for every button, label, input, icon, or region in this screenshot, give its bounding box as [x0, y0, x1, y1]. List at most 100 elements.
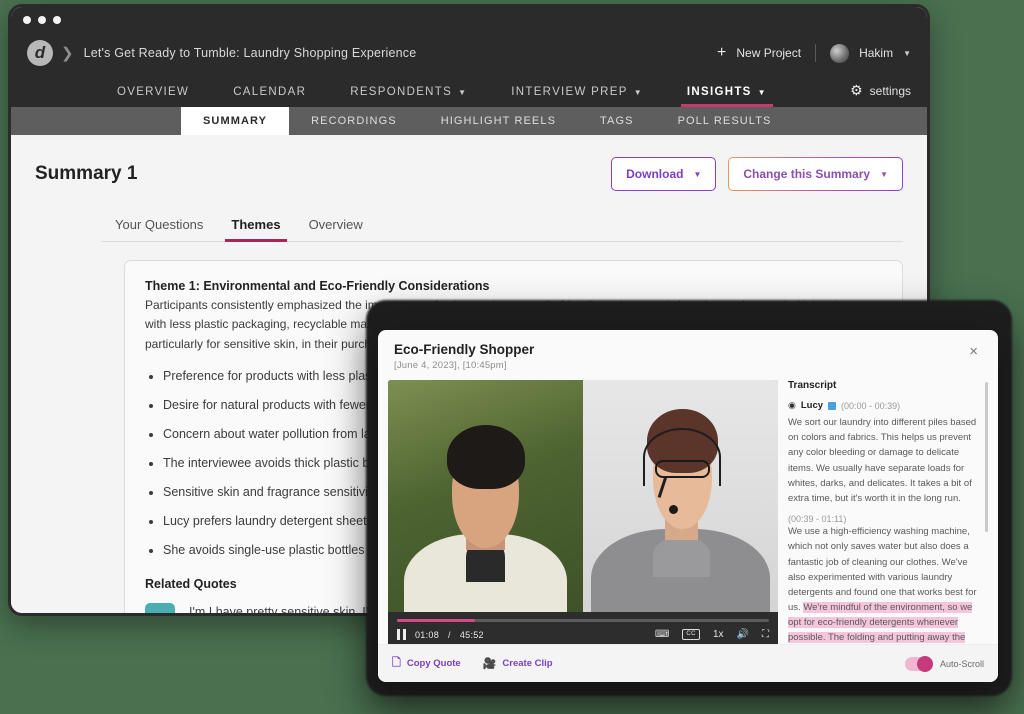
speaker-color-chip	[828, 401, 837, 410]
traffic-light-close-icon[interactable]	[23, 16, 31, 24]
topbar-right-group: + New Project Hakim ▼	[717, 43, 911, 63]
project-title: Let's Get Ready to Tumble: Laundry Shopp…	[83, 46, 417, 60]
settings-button[interactable]: ⚙ settings	[850, 82, 911, 107]
modal-title-group: Eco-Friendly Shopper [June 4, 2023], [10…	[394, 342, 534, 371]
pause-icon[interactable]	[397, 629, 406, 640]
control-right-group: ⌨ CC 1x 🔊 ⛶	[655, 629, 769, 640]
avatar[interactable]	[830, 43, 850, 63]
chevron-down-icon: ▼	[458, 88, 468, 97]
gear-icon: ⚙	[850, 82, 863, 98]
modal-subtitle: [June 4, 2023], [10:45pm]	[394, 360, 507, 371]
nav-item-respondents[interactable]: RESPONDENTS ▼	[328, 86, 489, 107]
chevron-down-icon: ▼	[880, 169, 888, 179]
video-player[interactable]: 01:08 / 45:52 ⌨ CC 1x 🔊 ⛶	[388, 380, 778, 646]
captions-icon[interactable]: CC	[682, 629, 700, 640]
transcript-timestamp: (00:39 - 01:11)	[788, 514, 847, 525]
playback-speed-button[interactable]: 1x	[713, 629, 724, 640]
transcript-title: Transcript	[788, 380, 837, 391]
close-icon[interactable]: ×	[965, 342, 982, 361]
summary-tabs: Your Questions Themes Overview	[101, 217, 903, 242]
create-clip-label: Create Clip	[502, 658, 553, 669]
film-icon: 🎥	[482, 658, 497, 670]
toggle-knob	[916, 655, 933, 672]
subnav-tab-recordings[interactable]: RECORDINGS	[289, 107, 419, 135]
transcript-text-plain: We use a high-efficiency washing machine…	[788, 526, 977, 614]
translate-icon[interactable]: ⌨	[655, 629, 669, 640]
subnav-tab-tags[interactable]: TAGS	[578, 107, 656, 135]
page-title: Summary 1	[35, 163, 138, 184]
recording-modal: Eco-Friendly Shopper [June 4, 2023], [10…	[378, 330, 998, 682]
traffic-light-maximize-icon[interactable]	[53, 16, 61, 24]
tab-your-questions[interactable]: Your Questions	[101, 217, 217, 241]
speaker-name: Lucy	[800, 400, 824, 411]
modal-header: Eco-Friendly Shopper [June 4, 2023], [10…	[378, 330, 998, 380]
autoscroll-toggle[interactable]	[904, 655, 933, 672]
current-time: 01:08	[415, 629, 440, 640]
plus-icon[interactable]: +	[717, 45, 726, 61]
person-hair	[446, 425, 525, 490]
copy-quote-label: Copy Quote	[406, 658, 461, 669]
person-collar	[653, 536, 710, 577]
transcript-text: We use a high-efficiency washing machine…	[788, 524, 982, 646]
subnav-spacer	[11, 107, 181, 135]
player-controls: 01:08 / 45:52 ⌨ CC 1x 🔊 ⛶	[388, 611, 778, 646]
fullscreen-icon[interactable]: ⛶	[762, 629, 769, 640]
sub-navigation: SUMMARY RECORDINGS HIGHLIGHT REELS TAGS …	[11, 107, 927, 135]
transcript-panel[interactable]: Transcript ◉ Lucy (00:00 - 00:39) We sor…	[788, 380, 988, 646]
progress-bar[interactable]	[397, 618, 769, 622]
chevron-right-icon: ❯	[61, 45, 74, 62]
create-clip-button[interactable]: 🎥 Create Clip	[483, 657, 553, 670]
quote-icon: ”	[145, 603, 175, 613]
user-menu-label[interactable]: Hakim	[859, 46, 893, 60]
tab-overview[interactable]: Overview	[295, 217, 377, 241]
app-topbar: d ❯ Let's Get Ready to Tumble: Laundry S…	[11, 33, 927, 73]
progress-fill	[397, 618, 476, 622]
download-label: Download	[626, 167, 684, 181]
volume-icon[interactable]: 🔊	[737, 629, 749, 640]
chevron-down-icon: ▼	[633, 88, 643, 97]
chevron-down-icon: ▼	[757, 88, 767, 97]
user-circle-icon: ◉	[788, 400, 796, 410]
settings-label: settings	[869, 83, 911, 98]
desktop-background: d ❯ Let's Get Ready to Tumble: Laundry S…	[0, 0, 1024, 714]
total-time: 45:52	[459, 629, 484, 640]
download-button[interactable]: Download ▼	[611, 157, 717, 191]
transcript-text: We sort our laundry into different piles…	[788, 417, 977, 504]
theme-heading: Theme 1: Environmental and Eco-Friendly …	[145, 279, 490, 293]
transcript-scrollbar[interactable]	[985, 382, 988, 532]
participant-video-left	[388, 380, 583, 646]
copy-quote-button[interactable]: 🗋 Copy Quote	[392, 654, 461, 673]
nav-item-interview-prep[interactable]: INTERVIEW PREP ▼	[489, 86, 665, 107]
video-frame	[388, 380, 778, 646]
traffic-light-minimize-icon[interactable]	[38, 16, 46, 24]
nav-item-insights[interactable]: INSIGHTS ▼	[665, 86, 789, 107]
change-summary-button[interactable]: Change this Summary ▼	[728, 157, 903, 191]
nav-item-calendar[interactable]: CALENDAR	[211, 86, 328, 107]
time-separator: /	[448, 629, 451, 640]
page-header: Summary 1 Download ▼ Change this Summary…	[11, 135, 927, 191]
subnav-tab-highlight-reels[interactable]: HIGHLIGHT REELS	[419, 107, 578, 135]
tab-themes[interactable]: Themes	[217, 217, 294, 242]
subnav-tab-poll-results[interactable]: POLL RESULTS	[656, 107, 794, 135]
autoscroll-group: Auto-Scroll	[904, 655, 984, 672]
divider	[815, 44, 817, 62]
transcript-text-highlighted[interactable]: We're mindful of the environment, so we …	[788, 602, 973, 646]
control-row: 01:08 / 45:52 ⌨ CC 1x 🔊 ⛶	[397, 629, 769, 640]
modal-body: 01:08 / 45:52 ⌨ CC 1x 🔊 ⛶ Transcript ◉ L…	[378, 380, 998, 646]
brand-logo-icon[interactable]: d	[27, 40, 53, 66]
change-summary-label: Change this Summary	[743, 167, 871, 181]
modal-footer: 🗋 Copy Quote 🎥 Create Clip Auto-Scroll	[378, 644, 998, 682]
subnav-tab-summary[interactable]: SUMMARY	[181, 107, 290, 135]
speaker-timestamp: (00:00 - 00:39)	[841, 400, 901, 411]
nav-item-overview[interactable]: OVERVIEW	[95, 86, 211, 107]
chevron-down-icon[interactable]: ▼	[903, 49, 911, 58]
new-project-button[interactable]: New Project	[736, 46, 801, 60]
chevron-down-icon: ▼	[693, 169, 702, 179]
window-titlebar	[11, 7, 927, 33]
modal-title: Eco-Friendly Shopper	[394, 342, 535, 357]
copy-icon: 🗋	[392, 657, 401, 669]
microphone-icon	[668, 505, 678, 515]
transcript-speaker-lucy: ◉ Lucy (00:00 - 00:39)	[788, 400, 982, 411]
page-actions: Download ▼ Change this Summary ▼	[611, 157, 903, 191]
participant-video-right	[583, 380, 778, 646]
